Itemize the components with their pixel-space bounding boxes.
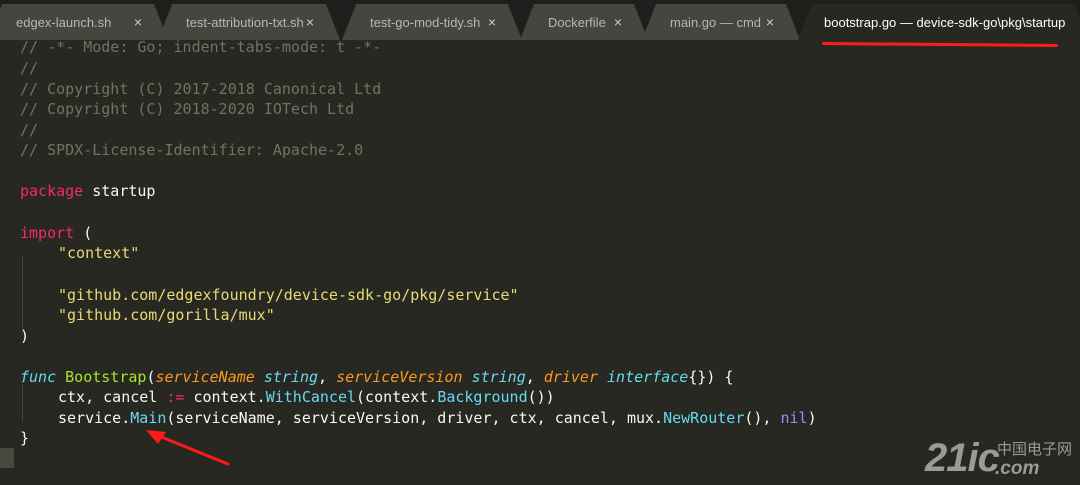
code-line-2: // [20, 59, 39, 77]
tab-label: test-attribution-txt.sh [186, 14, 304, 30]
close-icon[interactable]: × [134, 14, 142, 30]
service-close: ) [807, 409, 817, 427]
red-arrow-annotation [146, 430, 230, 466]
code-line-1: // -*- Mode: Go; indent-tabs-mode: t -*- [20, 38, 382, 56]
tab-label: main.go — cmd [670, 14, 762, 30]
code-line-ctx: ctx, cancel := context.WithCancel(contex… [58, 387, 555, 407]
code-line-5: // [20, 121, 39, 139]
func-keyword: func [20, 368, 57, 386]
close-icon[interactable]: × [766, 14, 774, 30]
param-3: driver [543, 368, 598, 386]
import-mux: "github.com/gorilla/mux" [58, 306, 275, 324]
tab-test-go-mod-tidy[interactable]: test-go-mod-tidy.sh × [342, 4, 522, 40]
tab-bootstrap-go[interactable]: bootstrap.go — device-sdk-go\pkg\startup [798, 4, 1080, 40]
tab-label: Dockerfile [548, 14, 606, 30]
package-name: startup [83, 182, 156, 200]
import-context: "context" [58, 244, 140, 262]
param-1: serviceName [155, 368, 255, 386]
service-args-end: (), [744, 409, 781, 427]
assign-operator: := [166, 388, 185, 406]
watermark-main: 21ic [925, 436, 1000, 480]
withcancel-call: WithCancel [265, 388, 357, 406]
tab-label: test-go-mod-tidy.sh [370, 14, 481, 30]
nil-constant: nil [780, 409, 808, 427]
code-editor[interactable]: // -*- Mode: Go; indent-tabs-mode: t -*-… [0, 38, 1080, 485]
code-line-6: // SPDX-License-Identifier: Apache-2.0 [20, 141, 364, 159]
type-1: string [263, 368, 319, 386]
ctx-args: (context. [356, 388, 438, 406]
import-service: "github.com/edgexfoundry/device-sdk-go/p… [58, 286, 519, 304]
tab-dockerfile[interactable]: Dockerfile × [520, 4, 648, 40]
tab-test-attribution[interactable]: test-attribution-txt.sh × [158, 4, 340, 40]
ctx-pkg: context. [184, 388, 266, 406]
code-line-package: package startup [20, 181, 155, 201]
tab-label: bootstrap.go — device-sdk-go\pkg\startup [824, 14, 1066, 30]
indent-guide [22, 381, 24, 421]
indent-guide [22, 257, 24, 332]
main-call: Main [130, 409, 167, 427]
newrouter-call: NewRouter [663, 409, 745, 427]
watermark-com: .com [995, 458, 1040, 479]
code-line-func: func Bootstrap(serviceName string, servi… [20, 368, 734, 386]
close-icon[interactable]: × [614, 14, 622, 30]
close-icon[interactable]: × [306, 14, 314, 30]
param-2: serviceVersion [336, 368, 463, 386]
watermark-logo: 21ic 中国电子网 .com [925, 436, 1075, 482]
signature-end: {}) { [688, 368, 734, 386]
ctx-end: ()) [527, 388, 555, 406]
service-pkg: service. [58, 409, 131, 427]
current-line-highlight [0, 448, 14, 468]
func-name: Bootstrap [65, 368, 147, 386]
code-line-import: import ( [20, 223, 92, 243]
package-keyword: package [20, 182, 84, 200]
type-2: string [471, 368, 526, 386]
code-line-4: // Copyright (C) 2018-2020 IOTech Ltd [20, 100, 355, 118]
watermark-cn: 中国电子网 [997, 440, 1073, 458]
import-open: ( [74, 224, 93, 242]
service-args: (serviceName, serviceVersion, driver, ct… [166, 409, 664, 427]
type-3: interface [607, 368, 689, 386]
code-line-3: // Copyright (C) 2017-2018 Canonical Ltd [20, 80, 382, 98]
import-keyword: import [20, 224, 75, 242]
code-line-service-main: service.Main(serviceName, serviceVersion… [58, 408, 817, 428]
tab-label: edgex-launch.sh [16, 14, 112, 30]
func-close: } [20, 429, 30, 447]
close-icon[interactable]: × [488, 14, 496, 30]
tab-bar: edgex-launch.sh × test-attribution-txt.s… [0, 0, 1080, 40]
tab-main-go[interactable]: main.go — cmd × [642, 4, 800, 40]
background-call: Background [437, 388, 528, 406]
ctx-vars: ctx, cancel [58, 388, 167, 406]
import-close: ) [20, 327, 30, 345]
tab-edgex-launch[interactable]: edgex-launch.sh × [0, 4, 168, 40]
